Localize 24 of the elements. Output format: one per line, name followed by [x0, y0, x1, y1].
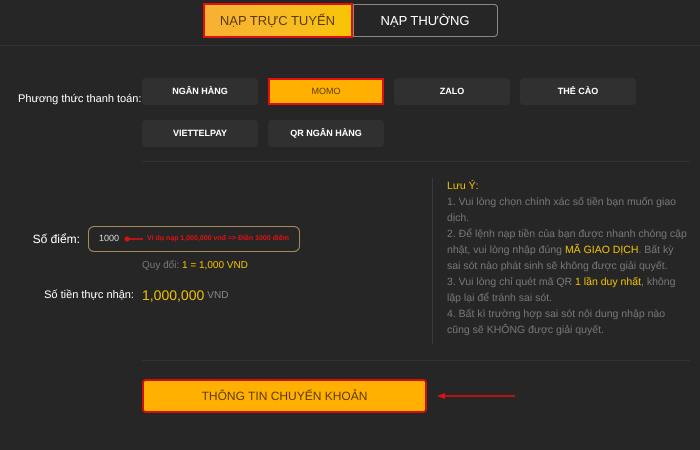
tab[interactable]: NẠP THƯỜNG: [352, 4, 498, 37]
points-value: 1000: [98, 232, 119, 246]
rate-value: 1 = 1,000 VND: [182, 260, 248, 271]
payment-method-button[interactable]: VIETTELPAY: [142, 120, 258, 147]
arrow-icon: [122, 236, 143, 242]
transfer-info-button[interactable]: THÔNG TIN CHUYỂN KHOẢN: [142, 379, 427, 413]
payment-method-button[interactable]: MOMO: [268, 78, 384, 105]
note-text: 2. Để lệnh nạp tiền của bạn được nhanh chóng cập nhật, vui lòng nhập đúng MÃ GIAO DỊCH. Bất kỳ sai sót nào phát sinh sẽ không được giải quyết.: [447, 227, 687, 274]
notes-title: Lưu Ý:: [447, 178, 480, 194]
payment-method-button[interactable]: NGÂN HÀNG: [142, 78, 258, 105]
rate-label: Quy đổi:: [142, 260, 180, 271]
note-text: 1. Vui lòng chọn chính xác số tiền bạn muốn giao dịch.: [447, 195, 678, 226]
arrow-icon: [437, 393, 515, 399]
payment-method-button[interactable]: THẺ CÀO: [520, 78, 636, 105]
payment-method-label: Phương thức thanh toán:: [18, 93, 142, 105]
payment-method-button[interactable]: QR NGÂN HÀNG: [268, 120, 384, 147]
points-label: Số điểm:: [32, 231, 81, 248]
note-text: 3. Vui lòng chỉ quét mã QR 1 lần duy nhất, không lặp lại để tránh sai sót.: [447, 275, 676, 306]
note-text: 4. Bất kì trường hợp sai sót nội dung nhập nào cũng sẽ KHÔNG được giải quyết.: [447, 307, 666, 338]
currency-unit: VND: [207, 289, 228, 303]
received-label: Số tiền thực nhận:: [43, 288, 135, 304]
received-amount: 1,000,000: [142, 286, 204, 305]
tab[interactable]: NẠP TRỰC TUYẾN: [202, 3, 352, 38]
payment-method-button[interactable]: ZALO: [394, 78, 510, 105]
